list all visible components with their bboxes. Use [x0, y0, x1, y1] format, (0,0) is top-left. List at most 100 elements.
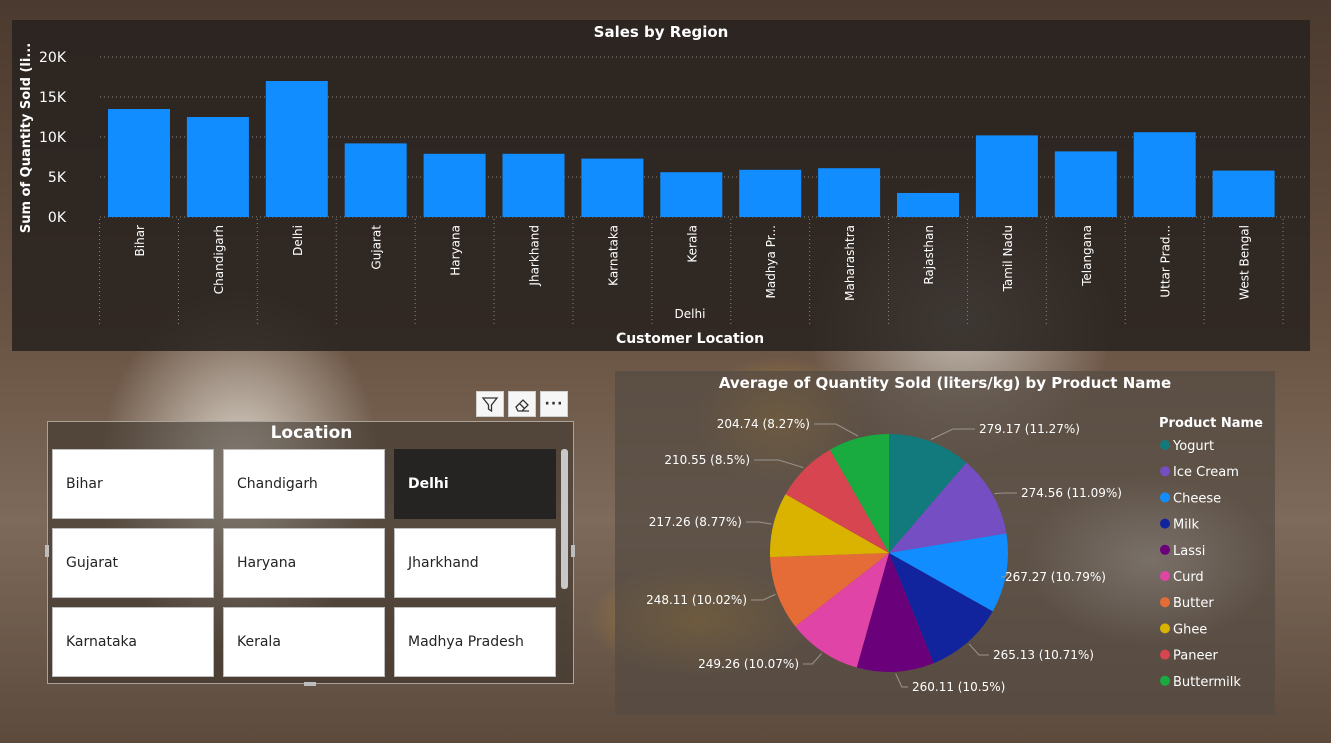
resize-handle-bottom[interactable] [304, 682, 316, 686]
x-axis-ticks: Bihar Chandigarh Delhi Gujarat Haryana Jharkh… [133, 225, 1252, 301]
bar-uttar-prad- [1133, 132, 1196, 217]
slicer-tile-chandigarh[interactable]: Chandigarh [223, 449, 385, 519]
y-tick-label: 10K [39, 130, 67, 146]
legend-marker [1160, 492, 1170, 503]
legend-marker [1160, 623, 1170, 634]
filter-button[interactable] [476, 391, 504, 417]
location-slicer[interactable]: Location Bihar Chandigarh Delhi Gujarat … [47, 421, 574, 684]
bar-chart-title: Sales by Region [594, 23, 729, 41]
pie-data-label: 274.56 (11.09%) [1021, 486, 1122, 500]
bars [108, 81, 1275, 217]
y-tick-label: 0K [48, 210, 67, 226]
visual-header-toolbar: ··· [476, 391, 568, 418]
leader-line [746, 521, 772, 525]
bar-maharashtra [818, 168, 881, 217]
pie-data-label: 265.13 (10.71%) [993, 648, 1094, 662]
slicer-tile-delhi[interactable]: Delhi [394, 449, 556, 519]
legend-item-lassi: Lassi [1173, 544, 1205, 559]
bar-chandigarh [186, 117, 249, 217]
slicer-tile-jharkhand[interactable]: Jharkhand [394, 528, 556, 598]
resize-handle-left[interactable] [45, 545, 49, 557]
legend-item-curd: Curd [1173, 570, 1204, 585]
x-tick-label: West Bengal [1238, 225, 1252, 300]
x-tick-label: Bihar [133, 225, 147, 257]
legend-marker [1160, 649, 1170, 660]
legend-item-ice-cream: Ice Cream [1173, 465, 1239, 480]
legend-item-butter: Butter [1173, 596, 1214, 611]
x-tick-label: Jharkhand [528, 225, 542, 287]
x-tick-label: Haryana [449, 225, 463, 276]
slicer-tile-haryana[interactable]: Haryana [223, 528, 385, 598]
pie-chart-visual[interactable]: Average of Quantity Sold (liters/kg) by … [615, 371, 1275, 715]
bar-chart-svg: Sales by Region Sum of Quantity Sold (li… [19, 23, 1306, 347]
x-tick-label: Chandigarh [212, 225, 226, 294]
pie-data-label: 248.11 (10.02%) [646, 593, 747, 607]
bar-west-bengal [1212, 170, 1275, 217]
slicer-scrollbar[interactable] [561, 449, 568, 589]
x-tick-label: Gujarat [370, 225, 384, 270]
legend-item-milk: Milk [1173, 518, 1199, 533]
legend-item-paneer: Paneer [1173, 649, 1218, 664]
legend-item-cheese: Cheese [1173, 491, 1221, 506]
bar-kerala [660, 172, 723, 217]
slicer-tile-karnataka[interactable]: Karnataka [52, 607, 214, 677]
pie-slices [770, 434, 1008, 672]
x-axis-label: Customer Location [616, 331, 764, 347]
pie-data-label: 279.17 (11.27%) [979, 422, 1080, 436]
x-tick-label: Madhya Pr... [764, 225, 778, 299]
y-tick-label: 5K [48, 170, 67, 186]
leader-line [754, 459, 804, 469]
bar-madhya-pr- [739, 169, 802, 217]
x-tick-label: Tamil Nadu [1001, 225, 1015, 292]
x-tick-label: Telangana [1080, 225, 1094, 287]
bar-telangana [1054, 151, 1117, 217]
resize-handle-right[interactable] [571, 545, 575, 557]
slicer-tile-madhya-pradesh[interactable]: Madhya Pradesh [394, 607, 556, 677]
x-tick-label: Delhi [291, 225, 305, 256]
x-tick-label: Kerala [685, 225, 699, 263]
clear-selections-button[interactable] [508, 391, 536, 417]
bar-gujarat [344, 143, 407, 217]
bar-tamil-nadu [975, 135, 1038, 217]
leader-line [814, 423, 859, 437]
leader-line [968, 643, 989, 656]
legend-marker [1160, 544, 1170, 555]
x-tick-label: Karnataka [606, 225, 620, 286]
bar-chart-visual[interactable]: Sales by Region Sum of Quantity Sold (li… [12, 20, 1310, 351]
slicer-tile-kerala[interactable]: Kerala [223, 607, 385, 677]
leader-line [895, 673, 908, 688]
pie-chart-title: Average of Quantity Sold (liters/kg) by … [719, 374, 1171, 392]
legend-item-yogurt: Yogurt [1172, 439, 1214, 454]
legend-marker [1160, 571, 1170, 581]
pie-data-label: 204.74 (8.27%) [717, 417, 810, 431]
leader-line [803, 653, 822, 665]
pie-legend[interactable]: Yogurt Ice Cream Cheese Milk Lassi Curd Butter… [1160, 439, 1241, 690]
x-tick-label: Maharashtra [843, 225, 857, 301]
legend-marker [1160, 440, 1170, 450]
pie-data-label: 267.27 (10.79%) [1005, 570, 1106, 584]
legend-marker [1160, 518, 1170, 529]
y-tick-label: 20K [39, 50, 67, 66]
bar-jharkhand [502, 153, 565, 217]
pie-chart-svg: Average of Quantity Sold (liters/kg) by … [646, 374, 1263, 694]
bar-bihar [108, 109, 170, 217]
bar-karnataka [581, 158, 644, 217]
bar-delhi [265, 81, 328, 217]
pie-data-label: 217.26 (8.77%) [649, 515, 742, 529]
pie-data-label: 210.55 (8.5%) [664, 453, 750, 467]
bar-haryana [423, 153, 486, 217]
x-tick-label: Uttar Prad... [1159, 225, 1173, 298]
eraser-icon [515, 399, 529, 412]
leader-line [751, 593, 776, 601]
pie-data-label: 260.11 (10.5%) [912, 680, 1005, 694]
y-tick-label: 15K [39, 90, 67, 106]
slicer-tile-gujarat[interactable]: Gujarat [52, 528, 214, 598]
more-options-button[interactable]: ··· [540, 391, 568, 417]
filter-icon [481, 397, 499, 413]
slicer-tile-bihar[interactable]: Bihar [52, 449, 214, 519]
legend-marker [1160, 597, 1170, 608]
y-axis-label: Sum of Quantity Sold (li... [19, 43, 34, 233]
more-options-icon: ··· [544, 396, 564, 412]
y-axis-ticks: 20K 15K 10K 5K 0K [39, 50, 67, 226]
legend-item-buttermilk: Buttermilk [1173, 675, 1241, 690]
